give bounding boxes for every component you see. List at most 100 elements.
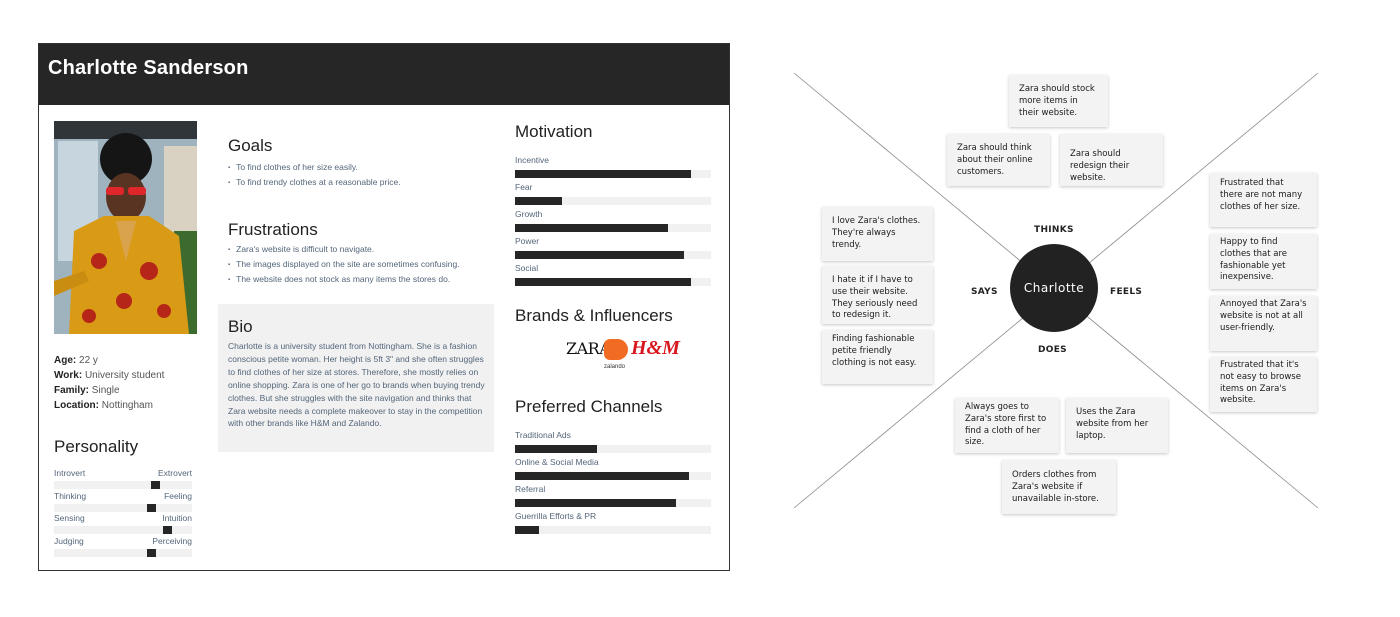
bio-title: Bio xyxy=(228,317,253,336)
personality-trait: Thinking Feeling xyxy=(54,491,192,512)
motivation-bar-track xyxy=(515,170,711,178)
trait-left-label: Sensing xyxy=(54,513,85,523)
zalando-logo-icon xyxy=(604,339,628,360)
trait-labels: Introvert Extrovert xyxy=(54,468,192,478)
channel-bar-label: Guerrilla Efforts & PR xyxy=(515,511,597,521)
channel-bar-track xyxy=(515,499,711,507)
frustrations-title: Frustrations xyxy=(228,220,318,239)
trait-slider-knob xyxy=(146,503,156,512)
info-family: Family: Single xyxy=(54,385,120,396)
info-work: Work: University student xyxy=(54,370,165,381)
motivation-bar-fill xyxy=(515,278,692,286)
motivation-bar-track xyxy=(515,197,711,205)
channel-bar: Online & Social Media xyxy=(515,457,711,484)
thinks-note: Zara should stock more items in their we… xyxy=(1009,75,1108,127)
trait-slider-track xyxy=(54,548,192,557)
motivation-bar-fill xyxy=(515,197,563,205)
channel-bars: Traditional Ads Online & Social Media Refe… xyxy=(515,430,711,538)
trait-slider-track xyxy=(54,481,192,489)
feels-note: Frustrated that it's not easy to browse … xyxy=(1210,357,1317,412)
motivation-title: Motivation xyxy=(515,122,593,141)
motivation-bar-fill xyxy=(515,170,692,178)
trait-slider-knob xyxy=(146,548,156,557)
motivation-bar: Growth xyxy=(515,209,711,236)
persona-center: Charlotte xyxy=(1010,244,1098,332)
persona-info: Age: 22 y Work: University student Famil… xyxy=(54,353,164,413)
trait-slider-track xyxy=(54,503,192,512)
channel-bar: Guerrilla Efforts & PR xyxy=(515,511,711,538)
motivation-bar: Power xyxy=(515,236,711,263)
channel-bar-label: Online & Social Media xyxy=(515,457,599,467)
personality-trait: Introvert Extrovert xyxy=(54,468,192,489)
channel-bar-label: Referral xyxy=(515,484,546,494)
motivation-bar-label: Fear xyxy=(515,182,533,192)
thinks-note: Zara should think about their online cus… xyxy=(947,134,1050,186)
channel-bar-track xyxy=(515,526,711,534)
trait-left-label: Judging xyxy=(54,535,84,546)
does-note: Always goes to Zara's store first to fin… xyxy=(955,398,1059,453)
channel-bar-track xyxy=(515,472,711,480)
motivation-bar: Social xyxy=(515,263,711,290)
motivation-bar-track xyxy=(515,278,711,286)
channel-bar-label: Traditional Ads xyxy=(515,430,571,440)
says-note: I love Zara's clothes. They're always tr… xyxy=(822,207,933,261)
persona-name: Charlotte Sanderson xyxy=(48,57,249,79)
says-note: Finding fashionable petite friendly clot… xyxy=(822,330,933,384)
trait-slider-knob xyxy=(150,481,160,489)
motivation-bar-track xyxy=(515,251,711,259)
feels-note: Happy to find clothes that are fashionab… xyxy=(1210,234,1317,289)
motivation-bar-label: Growth xyxy=(515,209,543,219)
trait-right-label: Perceiving xyxy=(152,535,192,546)
trait-right-label: Intuition xyxy=(162,513,192,523)
motivation-bar-fill xyxy=(515,251,684,259)
goals-list: To find clothes of her size easily.To fi… xyxy=(228,161,498,191)
thinks-label: THINKS xyxy=(1034,225,1074,235)
hm-logo: H&M xyxy=(631,337,680,359)
does-note: Orders clothes from Zara's website if un… xyxy=(1002,460,1116,514)
brand-logos: ZARA zalando H&M xyxy=(566,335,706,375)
trait-left-label: Thinking xyxy=(54,490,87,501)
motivation-bar-track xyxy=(515,224,711,232)
brands-title: Brands & Influencers xyxy=(515,306,673,325)
says-note: I hate it if I have to use their website… xyxy=(822,266,933,324)
motivation-bar-label: Power xyxy=(515,236,540,246)
motivation-bars: Incentive Fear Growth Power Social xyxy=(515,155,711,290)
motivation-bar-fill xyxy=(515,224,668,232)
trait-right-label: Feeling xyxy=(164,490,192,501)
trait-labels: Judging Perceiving xyxy=(54,536,192,546)
persona-header: Charlotte Sanderson xyxy=(39,44,729,105)
info-location: Location: Nottingham xyxy=(54,400,153,411)
info-age: Age: 22 y xyxy=(54,355,98,366)
does-note: Uses the Zara website from her laptop. xyxy=(1066,398,1168,453)
feels-note: Annoyed that Zara's website is not at al… xyxy=(1210,296,1317,351)
channel-bar-fill xyxy=(515,499,676,507)
bio-text: Charlotte is a university student from N… xyxy=(228,341,485,429)
motivation-bar-label: Social xyxy=(515,263,539,273)
trait-slider-track xyxy=(54,526,192,534)
channel-bar-track xyxy=(515,445,711,453)
zalando-logo-text: zalando xyxy=(604,364,626,370)
trait-slider-knob xyxy=(163,526,173,534)
trait-right-label: Extrovert xyxy=(157,468,192,478)
frustrations-item: Zara's website is difficult to navigate. xyxy=(228,243,503,258)
channel-bar-fill xyxy=(515,472,690,480)
persona-photo xyxy=(54,121,197,334)
persona-card: Charlotte Sanderson Age: 22 y Work: Univ… xyxy=(38,43,730,571)
frustrations-item: The website does not stock as many items… xyxy=(228,273,503,288)
goals-item: To find clothes of her size easily. xyxy=(228,161,498,176)
thinks-note: Zara should redesign their website. xyxy=(1060,134,1163,186)
channel-bar-fill xyxy=(515,526,539,534)
channel-bar: Referral xyxy=(515,484,711,511)
trait-left-label: Introvert xyxy=(54,468,86,478)
feels-label: FEELS xyxy=(1110,287,1143,297)
personality-trait: Sensing Intuition xyxy=(54,513,192,534)
personality-title: Personality xyxy=(54,437,139,456)
trait-labels: Thinking Feeling xyxy=(54,491,192,501)
motivation-bar: Incentive xyxy=(515,155,711,182)
channel-bar-fill xyxy=(515,445,598,453)
bio-panel: Bio Charlotte is a university student fr… xyxy=(218,304,494,452)
frustrations-item: The images displayed on the site are som… xyxy=(228,258,503,273)
feels-note: Frustrated that there are not many cloth… xyxy=(1210,173,1317,227)
says-label: SAYS xyxy=(971,287,998,297)
channels-title: Preferred Channels xyxy=(515,397,663,416)
